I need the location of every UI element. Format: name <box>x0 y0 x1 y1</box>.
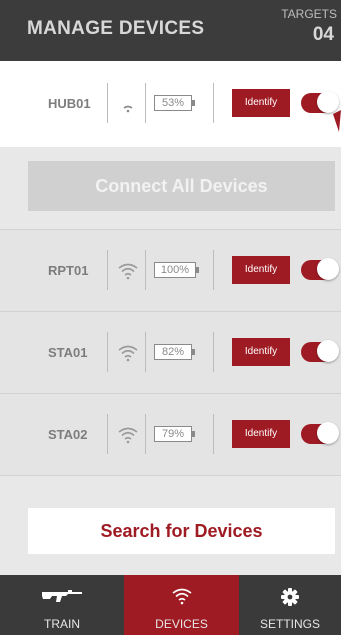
connect-all-button[interactable]: Connect All Devices <box>28 161 335 211</box>
identify-button[interactable]: Identify <box>232 338 290 366</box>
page-title: MANAGE DEVICES <box>27 18 205 39</box>
divider <box>0 475 341 476</box>
gear-icon <box>281 588 299 606</box>
device-row: STA02 79% Identify <box>0 394 341 475</box>
targets-label: TARGETS <box>281 7 337 21</box>
battery-indicator: 79% <box>154 426 195 442</box>
device-row: STA01 82% Identify <box>0 312 341 393</box>
divider <box>145 83 146 123</box>
device-toggle[interactable] <box>301 258 339 280</box>
wifi-icon <box>123 105 133 113</box>
wifi-icon <box>118 263 138 280</box>
divider <box>213 83 214 123</box>
device-name: RPT01 <box>48 263 89 278</box>
divider <box>213 414 214 454</box>
targets-count: 04 <box>312 24 334 45</box>
device-name: STA02 <box>48 427 88 442</box>
divider <box>107 414 108 454</box>
divider <box>213 250 214 290</box>
tab-settings[interactable]: SETTINGS <box>239 575 341 635</box>
search-devices-button[interactable]: Search for Devices <box>28 508 335 554</box>
tab-label: TRAIN <box>44 617 80 631</box>
wifi-icon <box>118 345 138 362</box>
scroll-indicator-arrow <box>333 110 341 132</box>
identify-button[interactable]: Identify <box>232 420 290 448</box>
divider <box>145 332 146 372</box>
wifi-icon <box>172 588 191 605</box>
divider <box>145 414 146 454</box>
tab-label: DEVICES <box>155 617 208 631</box>
divider <box>213 332 214 372</box>
wifi-icon <box>118 427 138 444</box>
tab-bar: TRAIN DEVICES SETTINGS <box>0 575 341 635</box>
toggle-knob <box>317 340 339 362</box>
device-name: STA01 <box>48 345 88 360</box>
device-toggle[interactable] <box>301 340 339 362</box>
tab-train[interactable]: TRAIN <box>0 575 124 635</box>
identify-button[interactable]: Identify <box>232 256 290 284</box>
rifle-icon <box>42 590 82 602</box>
battery-indicator: 53% <box>154 95 195 111</box>
divider <box>145 250 146 290</box>
toggle-knob <box>317 422 339 444</box>
divider <box>107 83 108 123</box>
device-toggle[interactable] <box>301 422 339 444</box>
toggle-knob <box>317 258 339 280</box>
tab-devices[interactable]: DEVICES <box>124 575 239 635</box>
device-toggle[interactable] <box>301 91 339 113</box>
device-name: HUB01 <box>48 96 91 111</box>
header-bar: MANAGE DEVICES TARGETS 04 <box>0 0 341 61</box>
battery-indicator: 82% <box>154 344 195 360</box>
identify-button[interactable]: Identify <box>232 89 290 117</box>
divider <box>107 250 108 290</box>
hub-device-row: HUB01 53% Identify <box>0 61 341 147</box>
battery-indicator: 100% <box>154 262 199 278</box>
divider <box>107 332 108 372</box>
tab-label: SETTINGS <box>259 617 320 631</box>
device-row: RPT01 100% Identify <box>0 230 341 311</box>
